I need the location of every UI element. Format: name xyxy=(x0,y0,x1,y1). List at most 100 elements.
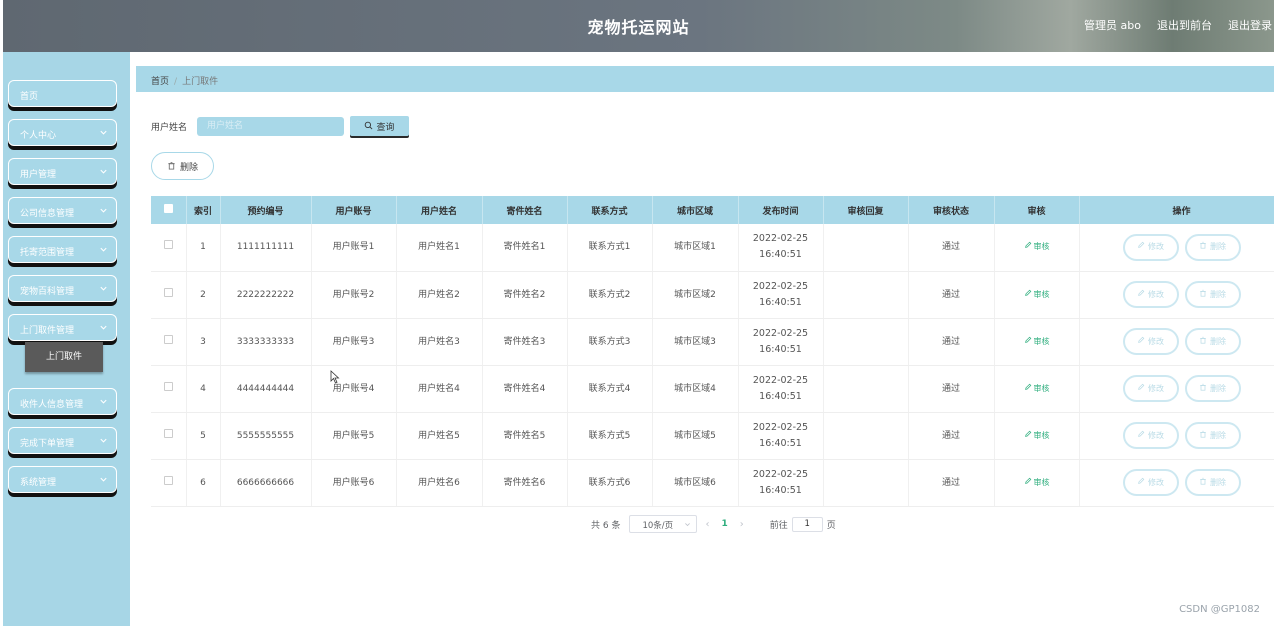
cell-sender-name: 寄件姓名5 xyxy=(482,412,568,460)
cell-review: 审核 xyxy=(994,412,1080,460)
goto-page-input[interactable] xyxy=(791,516,823,532)
delete-button[interactable]: 删除 xyxy=(1184,281,1241,308)
prev-page-icon[interactable]: ‹ xyxy=(705,519,709,530)
sidebar-item-home[interactable]: 首页 xyxy=(8,80,117,107)
review-link[interactable]: 审核 xyxy=(1024,428,1050,444)
cell-actions: 修改 删除 xyxy=(1079,365,1274,413)
breadcrumb-home[interactable]: 首页 xyxy=(151,77,169,87)
row-checkbox[interactable] xyxy=(163,287,173,297)
cell-city: 城市区域2 xyxy=(652,271,739,319)
row-checkbox[interactable] xyxy=(163,381,173,391)
edit-button[interactable]: 修改 xyxy=(1122,422,1179,449)
sidebar-item-pet-wiki[interactable]: 宠物百科管理 xyxy=(8,275,117,302)
cell-review: 审核 xyxy=(994,365,1080,413)
row-checkbox[interactable] xyxy=(163,240,173,250)
edit-button[interactable]: 修改 xyxy=(1122,469,1179,496)
cell-review: 审核 xyxy=(994,271,1080,319)
cell-index: 5 xyxy=(186,412,221,460)
sidebar-subitem-pickup[interactable]: 上门取件 xyxy=(25,342,103,372)
sidebar-item-user-management[interactable]: 用户管理 xyxy=(8,158,117,185)
cell-index: 4 xyxy=(186,365,221,413)
select-cell xyxy=(151,224,187,272)
header-actions: 管理员 abo 退出到前台 退出登录 xyxy=(1084,17,1272,33)
chevron-down-icon xyxy=(99,323,108,332)
select-all-checkbox[interactable] xyxy=(163,204,173,213)
cell-reply xyxy=(823,365,909,413)
edit-pen-icon xyxy=(1024,334,1032,350)
review-link[interactable]: 审核 xyxy=(1024,381,1050,397)
sidebar-item-order-complete[interactable]: 完成下单管理 xyxy=(8,427,117,454)
breadcrumb-separator: / xyxy=(174,77,178,87)
review-link[interactable]: 审核 xyxy=(1024,287,1050,303)
cell-review: 审核 xyxy=(994,318,1080,366)
sidebar-item-company-info[interactable]: 公司信息管理 xyxy=(8,197,117,224)
cell-reply xyxy=(823,318,909,366)
search-button[interactable]: 查询 xyxy=(350,116,409,136)
delete-button-label: 删除 xyxy=(1210,430,1226,440)
review-link-label: 审核 xyxy=(1033,430,1050,440)
user-name-search-input[interactable] xyxy=(197,116,344,136)
edit-button-label: 修改 xyxy=(1148,430,1164,440)
bulk-delete-button[interactable]: 删除 xyxy=(151,152,214,180)
mouse-cursor-icon xyxy=(330,370,340,384)
cell-reply xyxy=(823,412,909,460)
cell-sender-name: 寄件姓名2 xyxy=(482,271,568,319)
column-header: 审核回复 xyxy=(823,196,909,224)
row-checkbox[interactable] xyxy=(163,428,173,438)
edit-button[interactable]: 修改 xyxy=(1122,233,1179,261)
next-page-icon[interactable]: › xyxy=(740,519,744,530)
sidebar-item-pickup-management[interactable]: 上门取件管理 xyxy=(8,314,117,341)
review-link[interactable]: 审核 xyxy=(1024,475,1050,491)
cell-account: 用户账号3 xyxy=(311,318,397,366)
cell-account: 用户账号2 xyxy=(311,271,397,319)
app-root: 宠物托运网站 管理员 abo 退出到前台 退出登录 首页 个人中心 用户管理 公… xyxy=(0,0,1274,626)
delete-button[interactable]: 删除 xyxy=(1184,422,1241,449)
trash-icon xyxy=(1199,381,1207,397)
edit-button-label: 修改 xyxy=(1148,477,1164,487)
cell-actions: 修改 删除 xyxy=(1079,412,1274,460)
cell-city: 城市区域6 xyxy=(652,459,739,507)
cell-booking-no: 1111111111 xyxy=(220,224,312,272)
search-button-label: 查询 xyxy=(376,121,395,132)
edit-button-label: 修改 xyxy=(1148,383,1164,393)
cell-contact: 联系方式6 xyxy=(567,459,653,507)
edit-pen-icon xyxy=(1137,239,1145,255)
delete-button[interactable]: 删除 xyxy=(1184,233,1241,261)
cell-actions: 修改 删除 xyxy=(1079,224,1274,272)
search-label: 用户姓名 xyxy=(151,122,188,133)
edit-button[interactable]: 修改 xyxy=(1122,375,1179,402)
sidebar-item-personal-center[interactable]: 个人中心 xyxy=(8,119,117,146)
page-size-select[interactable]: 10条/页 xyxy=(629,515,698,533)
trash-icon xyxy=(1199,475,1207,491)
back-to-front-link[interactable]: 退出到前台 xyxy=(1157,17,1212,33)
edit-button[interactable]: 修改 xyxy=(1122,281,1179,308)
edit-pen-icon xyxy=(1137,428,1145,444)
cell-status: 通过 xyxy=(908,412,995,460)
chevron-down-icon xyxy=(99,475,108,484)
goto-prefix: 前往 xyxy=(769,520,788,531)
column-header: 用户姓名 xyxy=(396,196,483,224)
delete-button[interactable]: 删除 xyxy=(1184,328,1241,355)
sidebar-item-label: 公司信息管理 xyxy=(20,209,75,219)
delete-button[interactable]: 删除 xyxy=(1184,469,1241,496)
sidebar-item-label: 收件人信息管理 xyxy=(20,400,84,410)
delete-button[interactable]: 删除 xyxy=(1184,375,1241,402)
row-checkbox[interactable] xyxy=(163,334,173,344)
review-link[interactable]: 审核 xyxy=(1024,334,1050,350)
sidebar-item-system-management[interactable]: 系统管理 xyxy=(8,466,117,493)
chevron-down-icon xyxy=(99,167,108,176)
column-header: 发布时间 xyxy=(738,196,824,224)
edit-button[interactable]: 修改 xyxy=(1122,328,1179,355)
logout-link[interactable]: 退出登录 xyxy=(1228,17,1272,33)
column-header: 预约编号 xyxy=(220,196,312,224)
cell-booking-no: 4444444444 xyxy=(220,365,312,413)
cell-city: 城市区域4 xyxy=(652,365,739,413)
sidebar-item-recipient-info[interactable]: 收件人信息管理 xyxy=(8,388,117,415)
sidebar-item-shipping-range[interactable]: 托寄范围管理 xyxy=(8,236,117,263)
row-checkbox[interactable] xyxy=(163,475,173,485)
trash-icon xyxy=(167,161,176,172)
cell-review: 审核 xyxy=(994,224,1080,272)
cell-time: 2022-02-25 16:40:51 xyxy=(738,459,824,507)
review-link[interactable]: 审核 xyxy=(1024,239,1050,255)
page-number-current[interactable]: 1 xyxy=(721,519,727,529)
